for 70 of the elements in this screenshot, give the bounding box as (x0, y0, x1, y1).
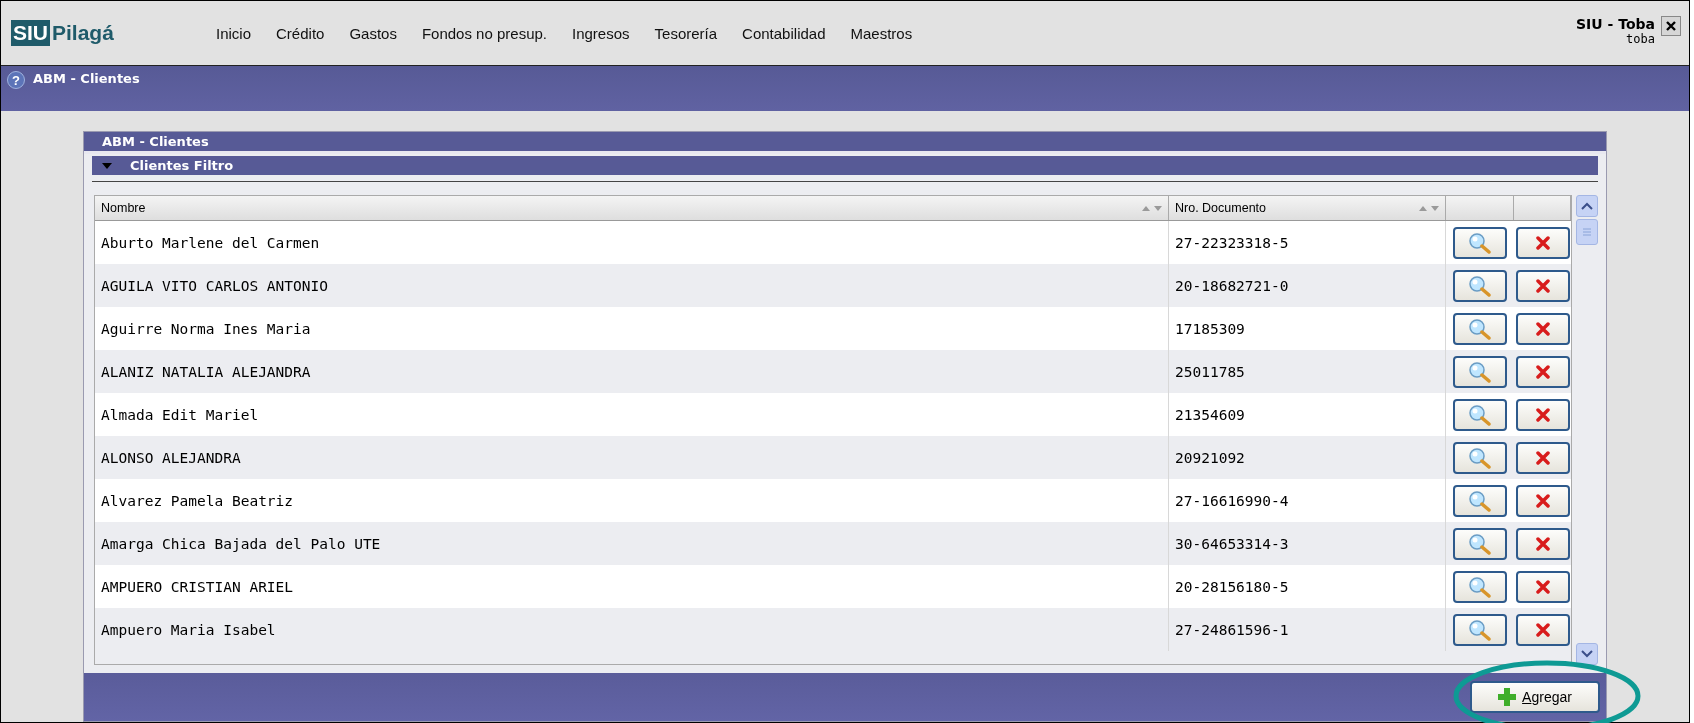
scroll-down-button[interactable] (1576, 643, 1598, 665)
cross-icon (1535, 235, 1550, 250)
close-button[interactable] (1661, 16, 1681, 36)
view-button[interactable] (1453, 613, 1507, 646)
logo-name: Pilagá (52, 21, 114, 45)
plus-icon (1498, 688, 1517, 706)
cross-icon (1535, 450, 1550, 465)
menu-item[interactable]: Ingresos (572, 24, 630, 42)
view-button[interactable] (1453, 570, 1507, 603)
delete-button[interactable] (1515, 312, 1570, 345)
magnifier-icon (1468, 489, 1492, 512)
delete-button[interactable] (1515, 355, 1570, 388)
menu-item[interactable]: Gastos (349, 24, 397, 42)
magnifier-icon (1468, 274, 1492, 297)
close-icon (1666, 21, 1676, 31)
view-button[interactable] (1453, 312, 1507, 345)
scroll-up-button[interactable] (1576, 195, 1598, 217)
magnifier-icon (1468, 317, 1492, 340)
delete-button[interactable] (1515, 398, 1570, 431)
delete-button[interactable] (1515, 613, 1570, 646)
view-button[interactable] (1453, 484, 1507, 517)
cross-icon (1535, 364, 1550, 379)
chevron-down-icon (1581, 650, 1593, 658)
add-button[interactable]: Agregar (1470, 681, 1600, 713)
cross-icon (1535, 321, 1550, 336)
magnifier-icon (1468, 446, 1492, 469)
table-cell: 27-24861596-1 (1169, 608, 1446, 651)
magnifier-icon (1468, 532, 1492, 555)
cross-icon (1535, 278, 1550, 293)
column-header[interactable]: Nro. Documento (1169, 196, 1446, 220)
chevron-up-icon (1581, 202, 1593, 210)
panel-title: ABM - Clientes (84, 132, 1606, 154)
magnifier-icon (1468, 575, 1492, 598)
menu-item[interactable]: Crédito (276, 24, 325, 42)
delete-button[interactable] (1515, 527, 1570, 560)
menu-item[interactable]: Tesorería (654, 24, 718, 42)
cross-icon (1535, 407, 1550, 422)
cross-icon (1535, 536, 1550, 551)
delete-button[interactable] (1515, 570, 1570, 603)
table-cell: Ampuero Maria Isabel (95, 608, 1169, 651)
cross-icon (1535, 622, 1550, 637)
grip-icon (1582, 227, 1592, 237)
menu-item[interactable]: Maestros (850, 24, 913, 42)
menu-item[interactable]: Inicio (216, 24, 252, 42)
view-button[interactable] (1453, 355, 1507, 388)
page-title: ABM - Clientes (33, 71, 140, 86)
magnifier-icon (1468, 403, 1492, 426)
magnifier-icon (1468, 360, 1492, 383)
menu-item[interactable]: Fondos no presup. (421, 24, 547, 42)
magnifier-icon (1468, 618, 1492, 641)
delete-button[interactable] (1515, 484, 1570, 517)
column-header[interactable]: Nombre (95, 196, 1169, 220)
cross-icon (1535, 493, 1550, 508)
help-button[interactable]: ? (7, 71, 25, 89)
view-button[interactable] (1453, 441, 1507, 474)
system-name: SIU - Toba (1576, 16, 1655, 32)
menu-item[interactable]: Contabilidad (742, 24, 826, 42)
delete-button[interactable] (1515, 441, 1570, 474)
delete-button[interactable] (1515, 269, 1570, 302)
magnifier-icon (1468, 231, 1492, 254)
delete-button[interactable] (1515, 226, 1570, 259)
view-button[interactable] (1453, 398, 1507, 431)
user-name: toba (1625, 32, 1655, 46)
view-button[interactable] (1453, 269, 1507, 302)
cross-icon (1535, 579, 1550, 594)
scrollbar-thumb[interactable] (1576, 219, 1598, 245)
filter-header[interactable]: Clientes Filtro (92, 156, 1598, 175)
view-button[interactable] (1453, 527, 1507, 560)
logo-mark: SIU (11, 20, 50, 46)
view-button[interactable] (1453, 226, 1507, 259)
